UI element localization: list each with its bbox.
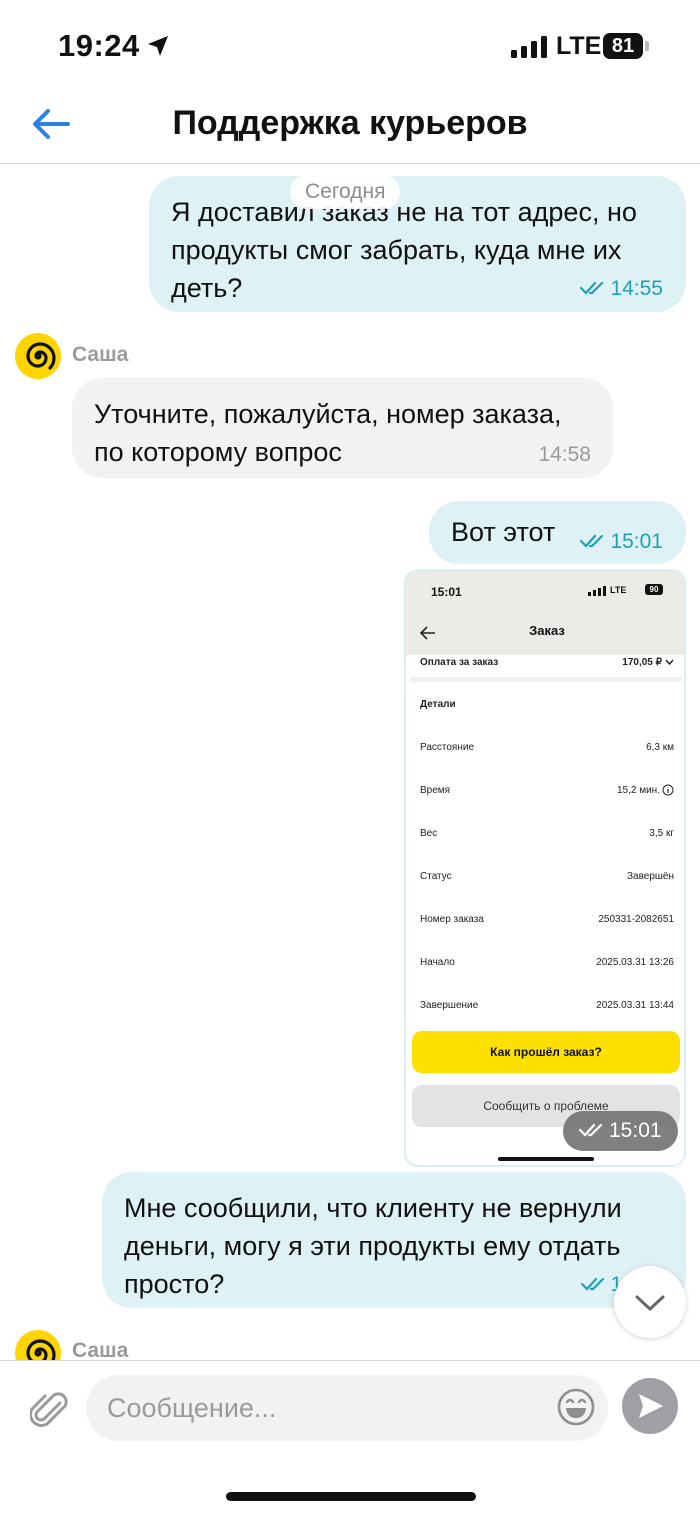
signal-icon xyxy=(588,586,606,596)
message-outgoing[interactable]: Мне сообщили, что клиенту не вернули ден… xyxy=(102,1172,686,1308)
payment-row: Оплата за заказ 170,05 ₽ xyxy=(420,657,674,668)
screenshot-primary-button: Как прошёл заказ? xyxy=(412,1031,680,1073)
message-input[interactable]: Сообщение... xyxy=(86,1375,608,1441)
double-check-icon xyxy=(580,1277,604,1291)
message-time: 14:58 xyxy=(538,443,591,466)
chevron-down-icon xyxy=(665,659,674,666)
detail-row: Расстояние 6,3 км xyxy=(420,742,674,753)
divider xyxy=(410,677,682,682)
info-icon xyxy=(662,784,674,796)
message-outgoing[interactable]: Вот этот 15:01 xyxy=(429,501,686,564)
avatar[interactable] xyxy=(15,1330,61,1360)
spiral-logo-icon xyxy=(26,342,56,370)
avatar[interactable] xyxy=(15,333,61,379)
battery-nub xyxy=(645,41,649,51)
paperclip-icon[interactable] xyxy=(30,1389,70,1433)
double-check-icon xyxy=(579,1123,603,1137)
emoji-icon[interactable] xyxy=(556,1387,596,1427)
detail-row: Статус Завершён xyxy=(420,871,674,882)
home-indicator xyxy=(226,1492,476,1501)
details-title: Детали xyxy=(420,699,456,710)
message-text-line: Я доставил заказ не на тот адрес, но xyxy=(171,197,637,227)
location-arrow-icon xyxy=(148,36,168,56)
detail-row: Вес 3,5 кг xyxy=(420,828,674,839)
message-composer: Сообщение... xyxy=(0,1360,700,1515)
message-outgoing[interactable]: Я доставил заказ не на тот адрес, но про… xyxy=(149,176,686,312)
status-time: 19:24 xyxy=(58,28,140,63)
double-check-icon xyxy=(580,281,604,295)
signal-icon xyxy=(511,36,547,58)
chevron-down-icon xyxy=(635,1295,665,1311)
message-text: Вот этот xyxy=(451,517,556,547)
send-button[interactable] xyxy=(622,1378,678,1434)
home-indicator xyxy=(498,1157,594,1161)
network-label: LTE xyxy=(556,32,602,60)
scroll-to-bottom-button[interactable] xyxy=(614,1266,686,1338)
battery-icon: 90 xyxy=(645,584,663,595)
spiral-logo-icon xyxy=(26,1339,56,1360)
screenshot-title: Заказ xyxy=(529,623,565,638)
image-attachment[interactable]: 15:01 LTE 90 Заказ Оплата за заказ 170,0… xyxy=(404,569,686,1167)
page-title: Поддержка курьеров xyxy=(172,104,528,142)
message-time: 15:01 xyxy=(580,523,663,561)
message-text-line: Уточните, пожалуйста, номер заказа, xyxy=(94,399,562,429)
message-text-line: по которому вопрос xyxy=(94,437,342,467)
chat-messages[interactable]: Я доставил заказ не на тот адрес, но про… xyxy=(0,165,700,1360)
screenshot-status-time: 15:01 xyxy=(431,585,462,599)
message-text-line: Мне сообщили, что клиенту не вернули xyxy=(124,1193,622,1223)
message-placeholder: Сообщение... xyxy=(107,1393,277,1423)
detail-row: Начало 2025.03.31 13:26 xyxy=(420,957,674,968)
message-incoming[interactable]: Уточните, пожалуйста, номер заказа, по к… xyxy=(72,378,613,478)
detail-row: Завершение 2025.03.31 13:44 xyxy=(420,1000,674,1011)
send-icon xyxy=(639,1394,663,1418)
sender-name: Саша xyxy=(72,343,129,366)
message-text-line: деньги, могу я эти продукты ему отдать xyxy=(124,1231,621,1261)
date-separator: Сегодня xyxy=(290,175,401,209)
screenshot-header: 15:01 LTE 90 Заказ xyxy=(406,571,684,655)
status-bar: 19:24 LTE 81 xyxy=(0,0,700,90)
detail-row: Время 15,2 мин. xyxy=(420,784,674,796)
message-text-line: продукты смог забрать, куда мне их xyxy=(171,235,622,265)
screenshot-network: LTE xyxy=(610,585,627,595)
double-check-icon xyxy=(580,534,604,548)
detail-row: Номер заказа 250331-2082651 xyxy=(420,914,674,925)
sender-name: Саша xyxy=(72,1339,129,1360)
message-time: 14:55 xyxy=(580,270,663,308)
image-time-badge: 15:01 xyxy=(563,1111,678,1151)
chat-header: Поддержка курьеров xyxy=(0,90,700,164)
battery-icon: 81 xyxy=(603,33,643,59)
